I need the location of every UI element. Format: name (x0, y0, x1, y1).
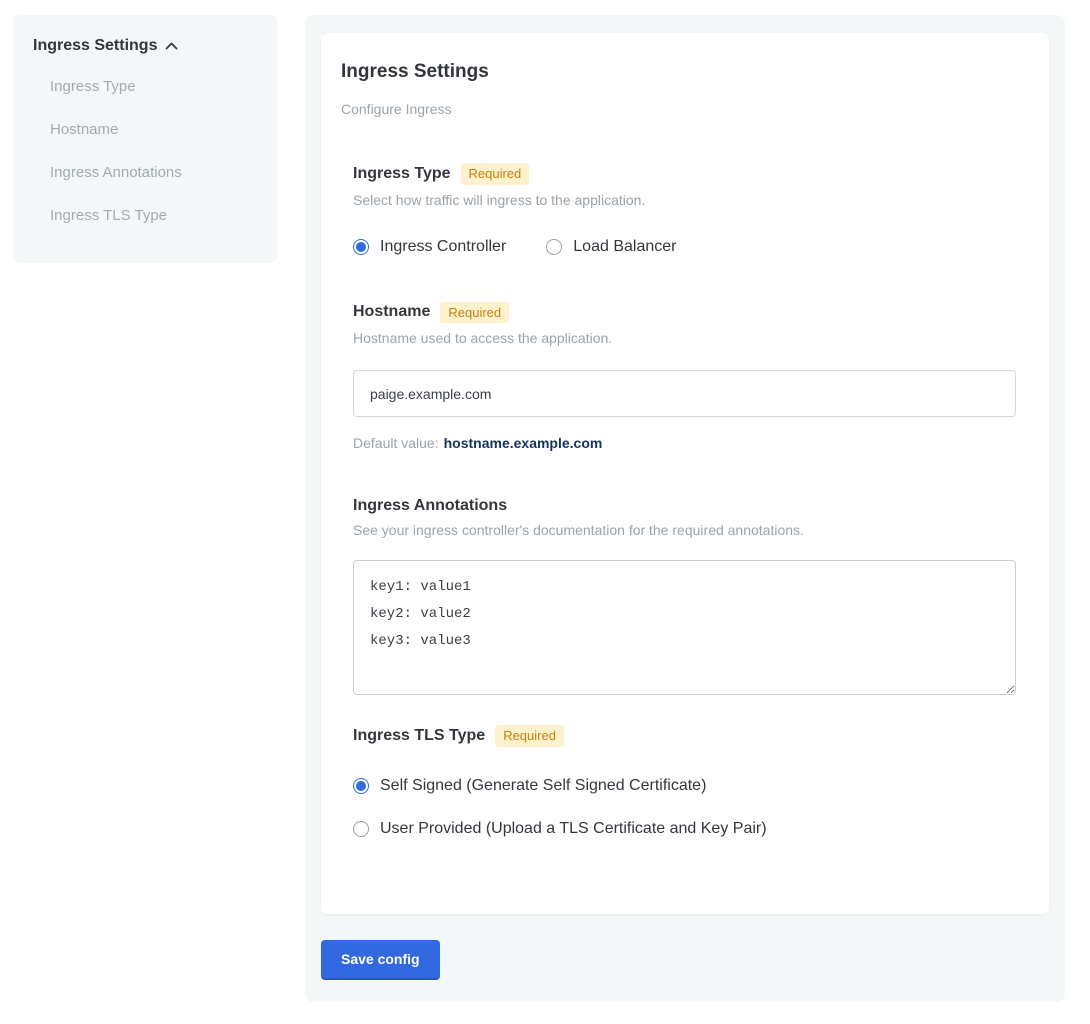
sidebar-item-ingress-tls-type[interactable]: Ingress TLS Type (50, 194, 259, 237)
page: Ingress Settings Ingress Type Hostname I… (0, 0, 1090, 1024)
save-config-button[interactable]: Save config (321, 940, 440, 978)
radio-option-ingress-controller[interactable]: Ingress Controller (353, 238, 506, 256)
radio-label: Ingress Controller (380, 238, 506, 256)
section-header: Ingress TLS Type Required (353, 725, 1016, 747)
required-badge: Required (440, 302, 509, 324)
sidebar-item-list: Ingress Type Hostname Ingress Annotation… (33, 65, 259, 237)
sidebar-group-label: Ingress Settings (33, 37, 157, 55)
section-title-ingress-type: Ingress Type (353, 165, 451, 183)
radio-option-user-provided[interactable]: User Provided (Upload a TLS Certificate … (353, 820, 1016, 838)
section-title-ingress-annotations: Ingress Annotations (353, 497, 507, 515)
radio-icon (353, 239, 369, 255)
radio-label: Self Signed (Generate Self Signed Certif… (380, 777, 706, 795)
radio-label: User Provided (Upload a TLS Certificate … (380, 820, 767, 838)
section-ingress-annotations: Ingress Annotations See your ingress con… (341, 497, 1016, 695)
section-title-ingress-tls-type: Ingress TLS Type (353, 727, 485, 745)
card-subtitle: Configure Ingress (341, 101, 1016, 117)
chevron-up-icon (165, 42, 178, 50)
section-ingress-type: Ingress Type Required Select how traffic… (341, 163, 1016, 256)
sidebar-group-ingress-settings[interactable]: Ingress Settings (33, 37, 259, 55)
default-value-text: hostname.example.com (444, 435, 603, 451)
sidebar-item-hostname[interactable]: Hostname (50, 108, 259, 151)
radio-option-load-balancer[interactable]: Load Balancer (546, 238, 676, 256)
sidebar-item-ingress-annotations[interactable]: Ingress Annotations (50, 151, 259, 194)
card-title: Ingress Settings (341, 61, 1016, 83)
sidebar-item-ingress-type[interactable]: Ingress Type (50, 65, 259, 108)
default-value-prefix: Default value: (353, 435, 439, 451)
ingress-type-radio-group: Ingress Controller Load Balancer (353, 238, 1016, 256)
radio-option-self-signed[interactable]: Self Signed (Generate Self Signed Certif… (353, 777, 1016, 795)
tls-type-radio-group: Self Signed (Generate Self Signed Certif… (353, 777, 1016, 838)
hostname-input[interactable] (353, 370, 1016, 417)
ingress-settings-card: Ingress Settings Configure Ingress Ingre… (321, 33, 1049, 914)
section-ingress-tls-type: Ingress TLS Type Required Self Signed (G… (341, 725, 1016, 838)
radio-icon (353, 778, 369, 794)
hostname-default-line: Default value: hostname.example.com (353, 435, 1016, 451)
help-text-hostname: Hostname used to access the application. (353, 330, 1016, 346)
config-area: Ingress Settings Configure Ingress Ingre… (305, 15, 1065, 1002)
radio-icon (546, 239, 562, 255)
help-text-ingress-annotations: See your ingress controller's documentat… (353, 522, 1016, 538)
required-badge: Required (495, 725, 564, 747)
config-nav-sidebar: Ingress Settings Ingress Type Hostname I… (13, 15, 277, 263)
required-badge: Required (461, 163, 530, 185)
section-title-hostname: Hostname (353, 303, 430, 321)
section-header: Ingress Type Required (353, 163, 1016, 185)
help-text-ingress-type: Select how traffic will ingress to the a… (353, 192, 1016, 208)
section-hostname: Hostname Required Hostname used to acces… (341, 302, 1016, 452)
radio-icon (353, 821, 369, 837)
radio-label: Load Balancer (573, 238, 676, 256)
section-header: Hostname Required (353, 302, 1016, 324)
ingress-annotations-textarea[interactable]: key1: value1 key2: value2 key3: value3 (353, 560, 1016, 695)
section-header: Ingress Annotations (353, 497, 1016, 515)
